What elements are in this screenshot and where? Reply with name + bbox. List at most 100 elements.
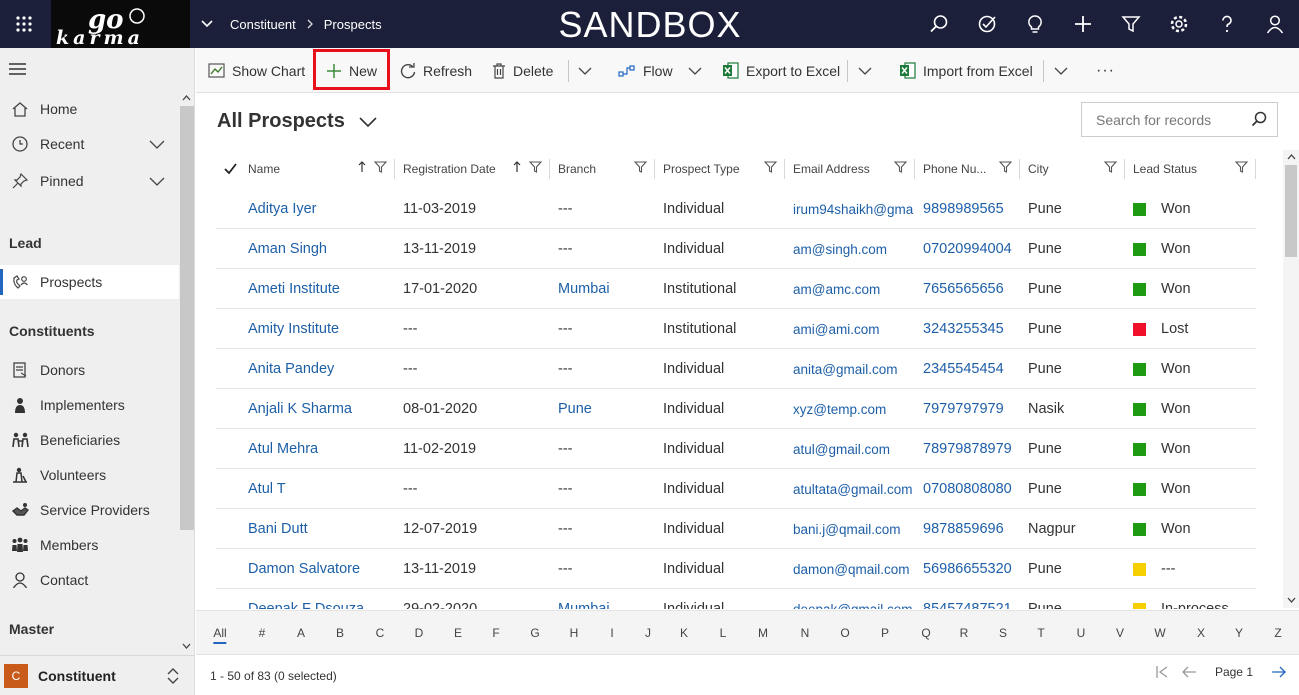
table-row[interactable]: Atul T --- --- Individual atultata@gmail… — [216, 469, 1256, 509]
jump-bar-q[interactable]: Q — [921, 626, 930, 640]
jump-bar-i[interactable]: I — [610, 626, 613, 640]
next-page-icon[interactable] — [1271, 665, 1287, 679]
jump-bar-u[interactable]: U — [1077, 626, 1086, 640]
jump-bar-all[interactable]: All — [213, 626, 227, 644]
lightbulb-icon[interactable] — [1011, 0, 1059, 48]
cell-email[interactable]: irum94shaikh@gma — [793, 189, 915, 229]
gear-icon[interactable] — [1155, 0, 1203, 48]
jump-bar-t[interactable]: T — [1037, 626, 1044, 640]
jump-bar-x[interactable]: X — [1197, 626, 1205, 640]
cell-email[interactable]: damon@qmail.com — [793, 549, 915, 589]
cell-email[interactable]: anita@gmail.com — [793, 349, 915, 389]
cell-name[interactable]: Atul Mehra — [248, 429, 395, 469]
jump-bar-n[interactable]: N — [801, 626, 810, 640]
cell-name[interactable]: Amity Institute — [248, 309, 395, 349]
refresh-button[interactable]: Refresh — [400, 48, 472, 93]
cell-phone[interactable]: 7979797979 — [923, 389, 1020, 429]
cell-branch[interactable]: Pune — [558, 389, 655, 429]
table-row[interactable]: Deepak F Dsouza 29-02-2020 Mumbai Indivi… — [216, 589, 1256, 609]
filter-icon[interactable] — [764, 161, 777, 173]
cell-name[interactable]: Ameti Institute — [248, 269, 395, 309]
jump-bar-e[interactable]: E — [454, 626, 462, 640]
select-all-checkbox[interactable] — [216, 153, 240, 185]
cell-email[interactable]: atultata@gmail.com — [793, 469, 915, 509]
breadcrumb-item-constituent[interactable]: Constituent — [230, 17, 296, 32]
show-chart-button[interactable]: Show Chart — [208, 48, 305, 93]
scroll-up-icon[interactable] — [1287, 153, 1296, 161]
table-row[interactable]: Anjali K Sharma 08-01-2020 Pune Individu… — [216, 389, 1256, 429]
column-header-city[interactable]: City — [1020, 153, 1125, 185]
sidebar-item-home[interactable]: Home — [0, 92, 179, 126]
sidebar-scroll-thumb[interactable] — [180, 106, 194, 530]
filter-icon[interactable] — [374, 161, 387, 173]
export-to-excel-button[interactable]: Export to Excel — [722, 48, 840, 93]
jump-bar-m[interactable]: M — [758, 626, 768, 640]
breadcrumb-item-prospects[interactable]: Prospects — [324, 17, 382, 32]
cell-branch[interactable]: Mumbai — [558, 269, 655, 309]
filter-icon[interactable] — [1104, 161, 1117, 173]
chevron-down-icon[interactable] — [200, 16, 214, 33]
cell-phone[interactable]: 9898989565 — [923, 189, 1020, 229]
app-launcher-icon[interactable] — [0, 0, 48, 48]
chevron-up-down-icon[interactable] — [166, 666, 180, 689]
jump-bar-l[interactable]: L — [720, 626, 727, 640]
filter-icon[interactable] — [634, 161, 647, 173]
jump-bar-hash[interactable]: # — [259, 626, 266, 640]
jump-bar-w[interactable]: W — [1154, 626, 1165, 640]
cell-email[interactable]: xyz@temp.com — [793, 389, 915, 429]
column-header-phone-number[interactable]: Phone Nu... — [915, 153, 1020, 185]
import-more-dropdown[interactable] — [1054, 48, 1068, 93]
cell-name[interactable]: Deepak F Dsouza — [248, 589, 395, 609]
column-header-registration-date[interactable]: Registration Date — [395, 153, 550, 185]
cell-name[interactable]: Damon Salvatore — [248, 549, 395, 589]
sidebar-item-volunteers[interactable]: Volunteers — [0, 458, 179, 492]
chevron-down-icon[interactable] — [688, 64, 702, 78]
chevron-down-icon[interactable] — [149, 136, 165, 155]
jump-bar-h[interactable]: H — [570, 626, 579, 640]
column-header-lead-status[interactable]: Lead Status — [1125, 153, 1256, 185]
delete-more-dropdown[interactable] — [578, 48, 592, 93]
jump-bar-b[interactable]: B — [336, 626, 344, 640]
table-row[interactable]: Aditya Iyer 11-03-2019 --- Individual ir… — [216, 189, 1256, 229]
jump-bar-j[interactable]: J — [645, 626, 651, 640]
table-row[interactable]: Amity Institute --- --- Institutional am… — [216, 309, 1256, 349]
column-header-prospect-type[interactable]: Prospect Type — [655, 153, 785, 185]
search-icon[interactable] — [915, 0, 963, 48]
column-header-name[interactable]: Name — [240, 153, 395, 185]
column-header-branch[interactable]: Branch — [550, 153, 655, 185]
app-logo[interactable]: go karma — [51, 0, 190, 48]
cell-phone[interactable]: 78979878979 — [923, 429, 1020, 469]
cell-phone[interactable]: 2345545454 — [923, 349, 1020, 389]
flow-button[interactable]: Flow — [618, 48, 702, 93]
cell-phone[interactable]: 9878859696 — [923, 509, 1020, 549]
filter-icon[interactable] — [999, 161, 1012, 173]
more-commands-button[interactable]: ··· — [1096, 48, 1115, 93]
jump-bar-p[interactable]: P — [881, 626, 889, 640]
hamburger-menu-icon[interactable] — [9, 62, 26, 79]
search-icon[interactable] — [1251, 111, 1267, 130]
task-icon[interactable] — [963, 0, 1011, 48]
help-icon[interactable] — [1203, 0, 1251, 48]
area-switcher[interactable]: C Constituent — [0, 655, 194, 695]
jump-bar-g[interactable]: G — [530, 626, 539, 640]
import-from-excel-button[interactable]: Import from Excel — [899, 48, 1033, 93]
sidebar-item-service-providers[interactable]: Service Providers — [0, 493, 179, 527]
cell-branch[interactable]: Mumbai — [558, 589, 655, 609]
previous-page-icon[interactable] — [1181, 665, 1197, 679]
jump-bar-c[interactable]: C — [376, 626, 385, 640]
jump-bar-z[interactable]: Z — [1274, 626, 1281, 640]
jump-bar-v[interactable]: V — [1116, 626, 1124, 640]
cell-phone[interactable]: 07020994004 — [923, 229, 1020, 269]
cell-name[interactable]: Anjali K Sharma — [248, 389, 395, 429]
sidebar-item-beneficiaries[interactable]: Beneficiaries — [0, 423, 179, 457]
table-row[interactable]: Ameti Institute 17-01-2020 Mumbai Instit… — [216, 269, 1256, 309]
table-row[interactable]: Anita Pandey --- --- Individual anita@gm… — [216, 349, 1256, 389]
jump-bar-a[interactable]: A — [297, 626, 305, 640]
jump-bar-k[interactable]: K — [680, 626, 688, 640]
delete-button[interactable]: Delete — [492, 48, 553, 93]
column-header-email-address[interactable]: Email Address — [785, 153, 915, 185]
cell-name[interactable]: Aditya Iyer — [248, 189, 395, 229]
cell-email[interactable]: ami@ami.com — [793, 309, 915, 349]
export-more-dropdown[interactable] — [858, 48, 872, 93]
sidebar-item-contact[interactable]: Contact — [0, 563, 179, 597]
